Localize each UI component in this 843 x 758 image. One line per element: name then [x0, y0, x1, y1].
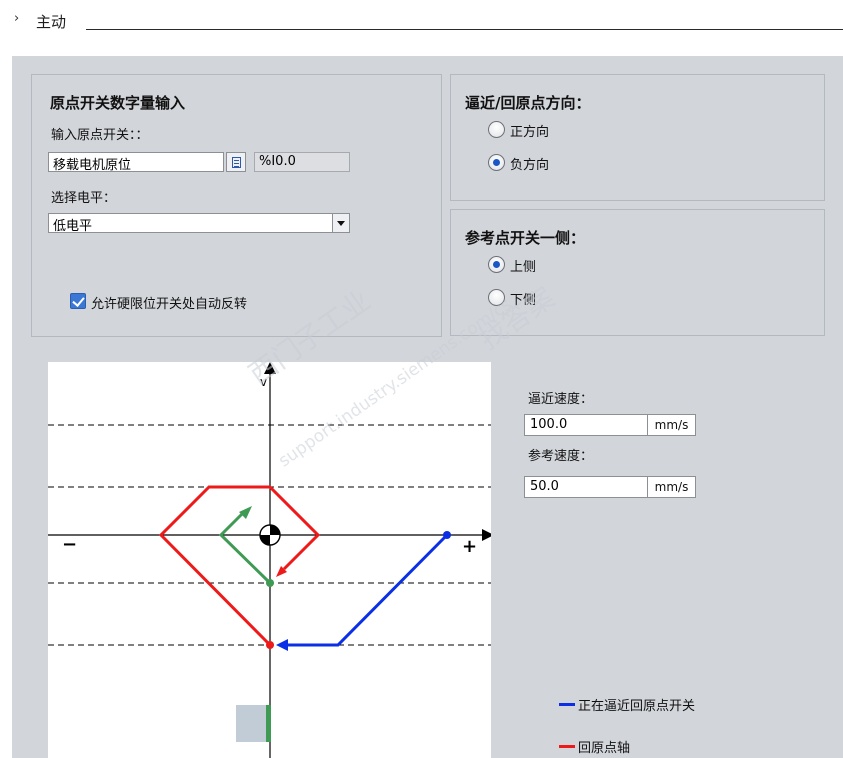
homing-diagram: v s − +	[48, 362, 491, 758]
chevron-right-icon[interactable]: ›	[14, 11, 19, 26]
reference-mark-icon	[259, 524, 281, 546]
approach-direction-title: 逼近/回原点方向：	[465, 94, 591, 112]
level-label: 选择电平：	[51, 191, 117, 206]
section-title: 主动	[36, 13, 67, 31]
legend-homing-swatch	[559, 745, 575, 748]
side-upper-radio[interactable]	[488, 256, 505, 273]
approach-arrow	[276, 639, 288, 651]
legend-approach-swatch	[559, 703, 575, 706]
legend-homing-label: 回原点轴	[578, 741, 631, 756]
level-select[interactable]: 低电平	[48, 213, 333, 233]
approach-speed-label: 逼近速度：	[528, 392, 594, 407]
direction-negative-label: 负方向	[510, 158, 550, 173]
direction-positive-radio[interactable]	[488, 121, 505, 138]
section-header[interactable]: › 主动	[0, 0, 843, 44]
home-switch-address: %I0.0	[254, 152, 350, 172]
auto-reverse-checkbox[interactable]	[70, 293, 86, 309]
home-switch-cam	[236, 705, 266, 742]
reference-speed-field[interactable]: 50.0 mm/s	[524, 476, 696, 498]
list-icon	[232, 157, 241, 168]
reference-point	[266, 579, 274, 587]
browse-tag-button[interactable]	[226, 152, 246, 172]
home-switch-input-field[interactable]: 移载电机原位	[48, 152, 224, 172]
home-switch-edge	[266, 705, 271, 742]
plus-label: +	[462, 536, 477, 557]
direction-negative-radio[interactable]	[488, 154, 505, 171]
reference-speed-unit: mm/s	[647, 477, 695, 497]
approach-path	[286, 533, 449, 647]
approach-speed-value[interactable]: 100.0	[530, 417, 567, 432]
legend-approach-label: 正在逼近回原点开关	[578, 699, 696, 714]
section-divider	[86, 29, 843, 30]
minus-label: −	[62, 534, 77, 555]
home-switch-title: 原点开关数字量输入	[50, 94, 186, 112]
homing-path	[158, 485, 321, 647]
side-upper-label: 上侧	[510, 260, 537, 275]
reference-side-title: 参考点开关一侧：	[465, 229, 586, 247]
approach-start-point	[443, 531, 451, 539]
reference-path	[218, 509, 272, 585]
direction-positive-label: 正方向	[510, 125, 550, 140]
home-switch-input-label: 输入原点开关：：	[51, 128, 149, 143]
reference-speed-label: 参考速度：	[528, 449, 594, 464]
chevron-down-icon[interactable]	[332, 213, 350, 233]
s-axis-arrow	[482, 529, 491, 541]
homing-point	[266, 641, 274, 649]
approach-speed-field[interactable]: 100.0 mm/s	[524, 414, 696, 436]
approach-speed-unit: mm/s	[647, 415, 695, 435]
reference-speed-value[interactable]: 50.0	[530, 479, 559, 494]
homing-diagram-svg: v s − +	[48, 362, 491, 758]
auto-reverse-label: 允许硬限位开关处自动反转	[91, 297, 248, 312]
